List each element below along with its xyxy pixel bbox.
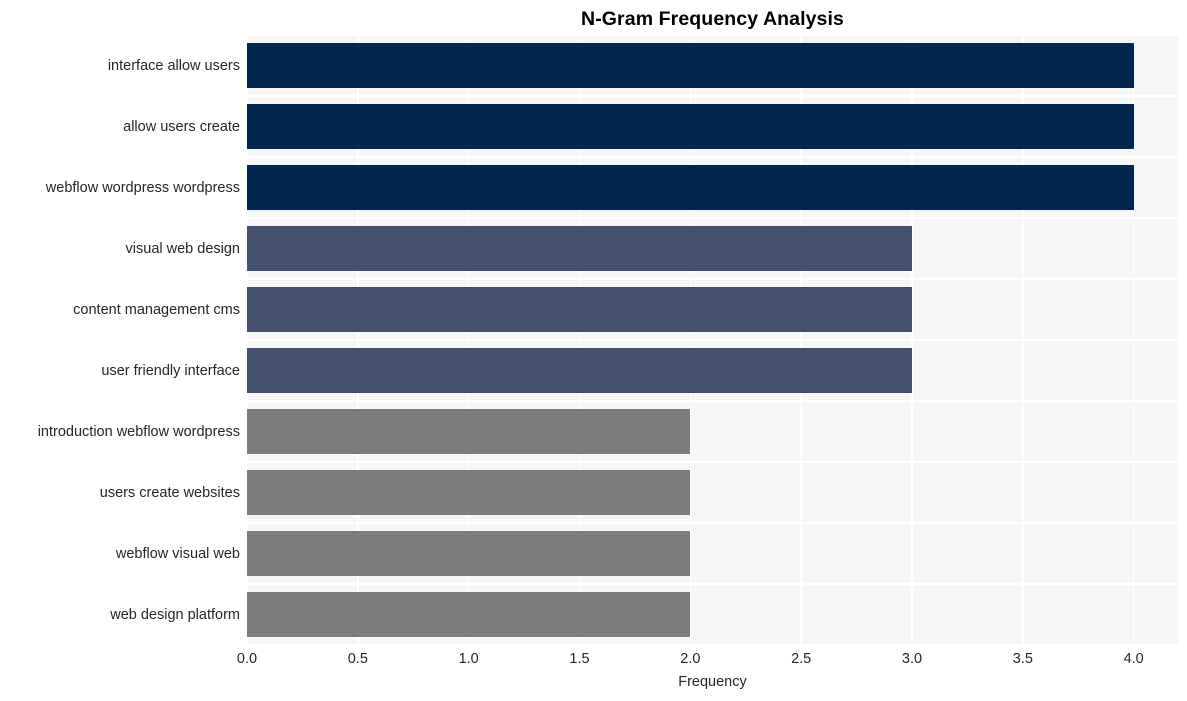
y-tick-label: interface allow users (107, 57, 240, 74)
gridline-horizontal-10 (247, 644, 1178, 645)
y-tick-label: webflow wordpress wordpress (45, 179, 240, 196)
gridline-horizontal-4 (247, 278, 1178, 280)
gridline-horizontal-0 (247, 35, 1178, 36)
y-tick-label: introduction webflow wordpress (37, 423, 240, 440)
gridline-horizontal-5 (247, 339, 1178, 341)
y-tick-label: users create websites (99, 484, 240, 501)
gridline-horizontal-3 (247, 217, 1178, 219)
x-tick-label: 3.5 (1012, 651, 1033, 667)
y-axis-tick-labels: interface allow users allow users create w… (0, 35, 240, 645)
gridline-horizontal-6 (247, 400, 1178, 402)
bar (247, 226, 912, 271)
bar (247, 43, 1134, 88)
gridline-horizontal-1 (247, 95, 1178, 97)
x-tick-label: 1.5 (569, 651, 590, 667)
x-tick-label: 1.0 (458, 651, 479, 667)
gridline-horizontal-7 (247, 461, 1178, 463)
x-axis-label: Frequency (678, 674, 747, 690)
x-tick-label: 2.5 (791, 651, 812, 667)
x-tick-label: 0.5 (347, 651, 368, 667)
y-tick-label: allow users create (123, 118, 240, 135)
x-tick-label: 3.0 (901, 651, 923, 667)
bar (247, 287, 912, 332)
x-axis-tick-labels: 0.0 0.5 1.0 1.5 2.0 2.5 3.0 3.5 4.0 (237, 650, 1178, 670)
chart-figure: N-Gram Frequency Analysis interface allo… (0, 0, 1187, 701)
plot-area (247, 35, 1178, 645)
y-tick-label: content management cms (73, 301, 240, 318)
bar (247, 592, 691, 637)
x-tick-label: 4.0 (1123, 651, 1144, 667)
x-tick-label: 2.0 (680, 651, 701, 667)
bar (247, 470, 691, 515)
bar (247, 348, 912, 393)
bar (247, 531, 691, 576)
y-tick-label: visual web design (125, 240, 240, 257)
gridline-horizontal-2 (247, 156, 1178, 158)
y-tick-label: web design platform (110, 606, 240, 623)
page-title: N-Gram Frequency Analysis (581, 8, 844, 30)
bar (247, 165, 1134, 210)
gridline-horizontal-9 (247, 583, 1178, 585)
bar (247, 409, 691, 454)
y-tick-label: webflow visual web (115, 545, 240, 562)
y-tick-label: user friendly interface (101, 362, 240, 379)
bar (247, 104, 1134, 149)
x-tick-label: 0.0 (236, 651, 258, 667)
gridline-horizontal-8 (247, 522, 1178, 524)
